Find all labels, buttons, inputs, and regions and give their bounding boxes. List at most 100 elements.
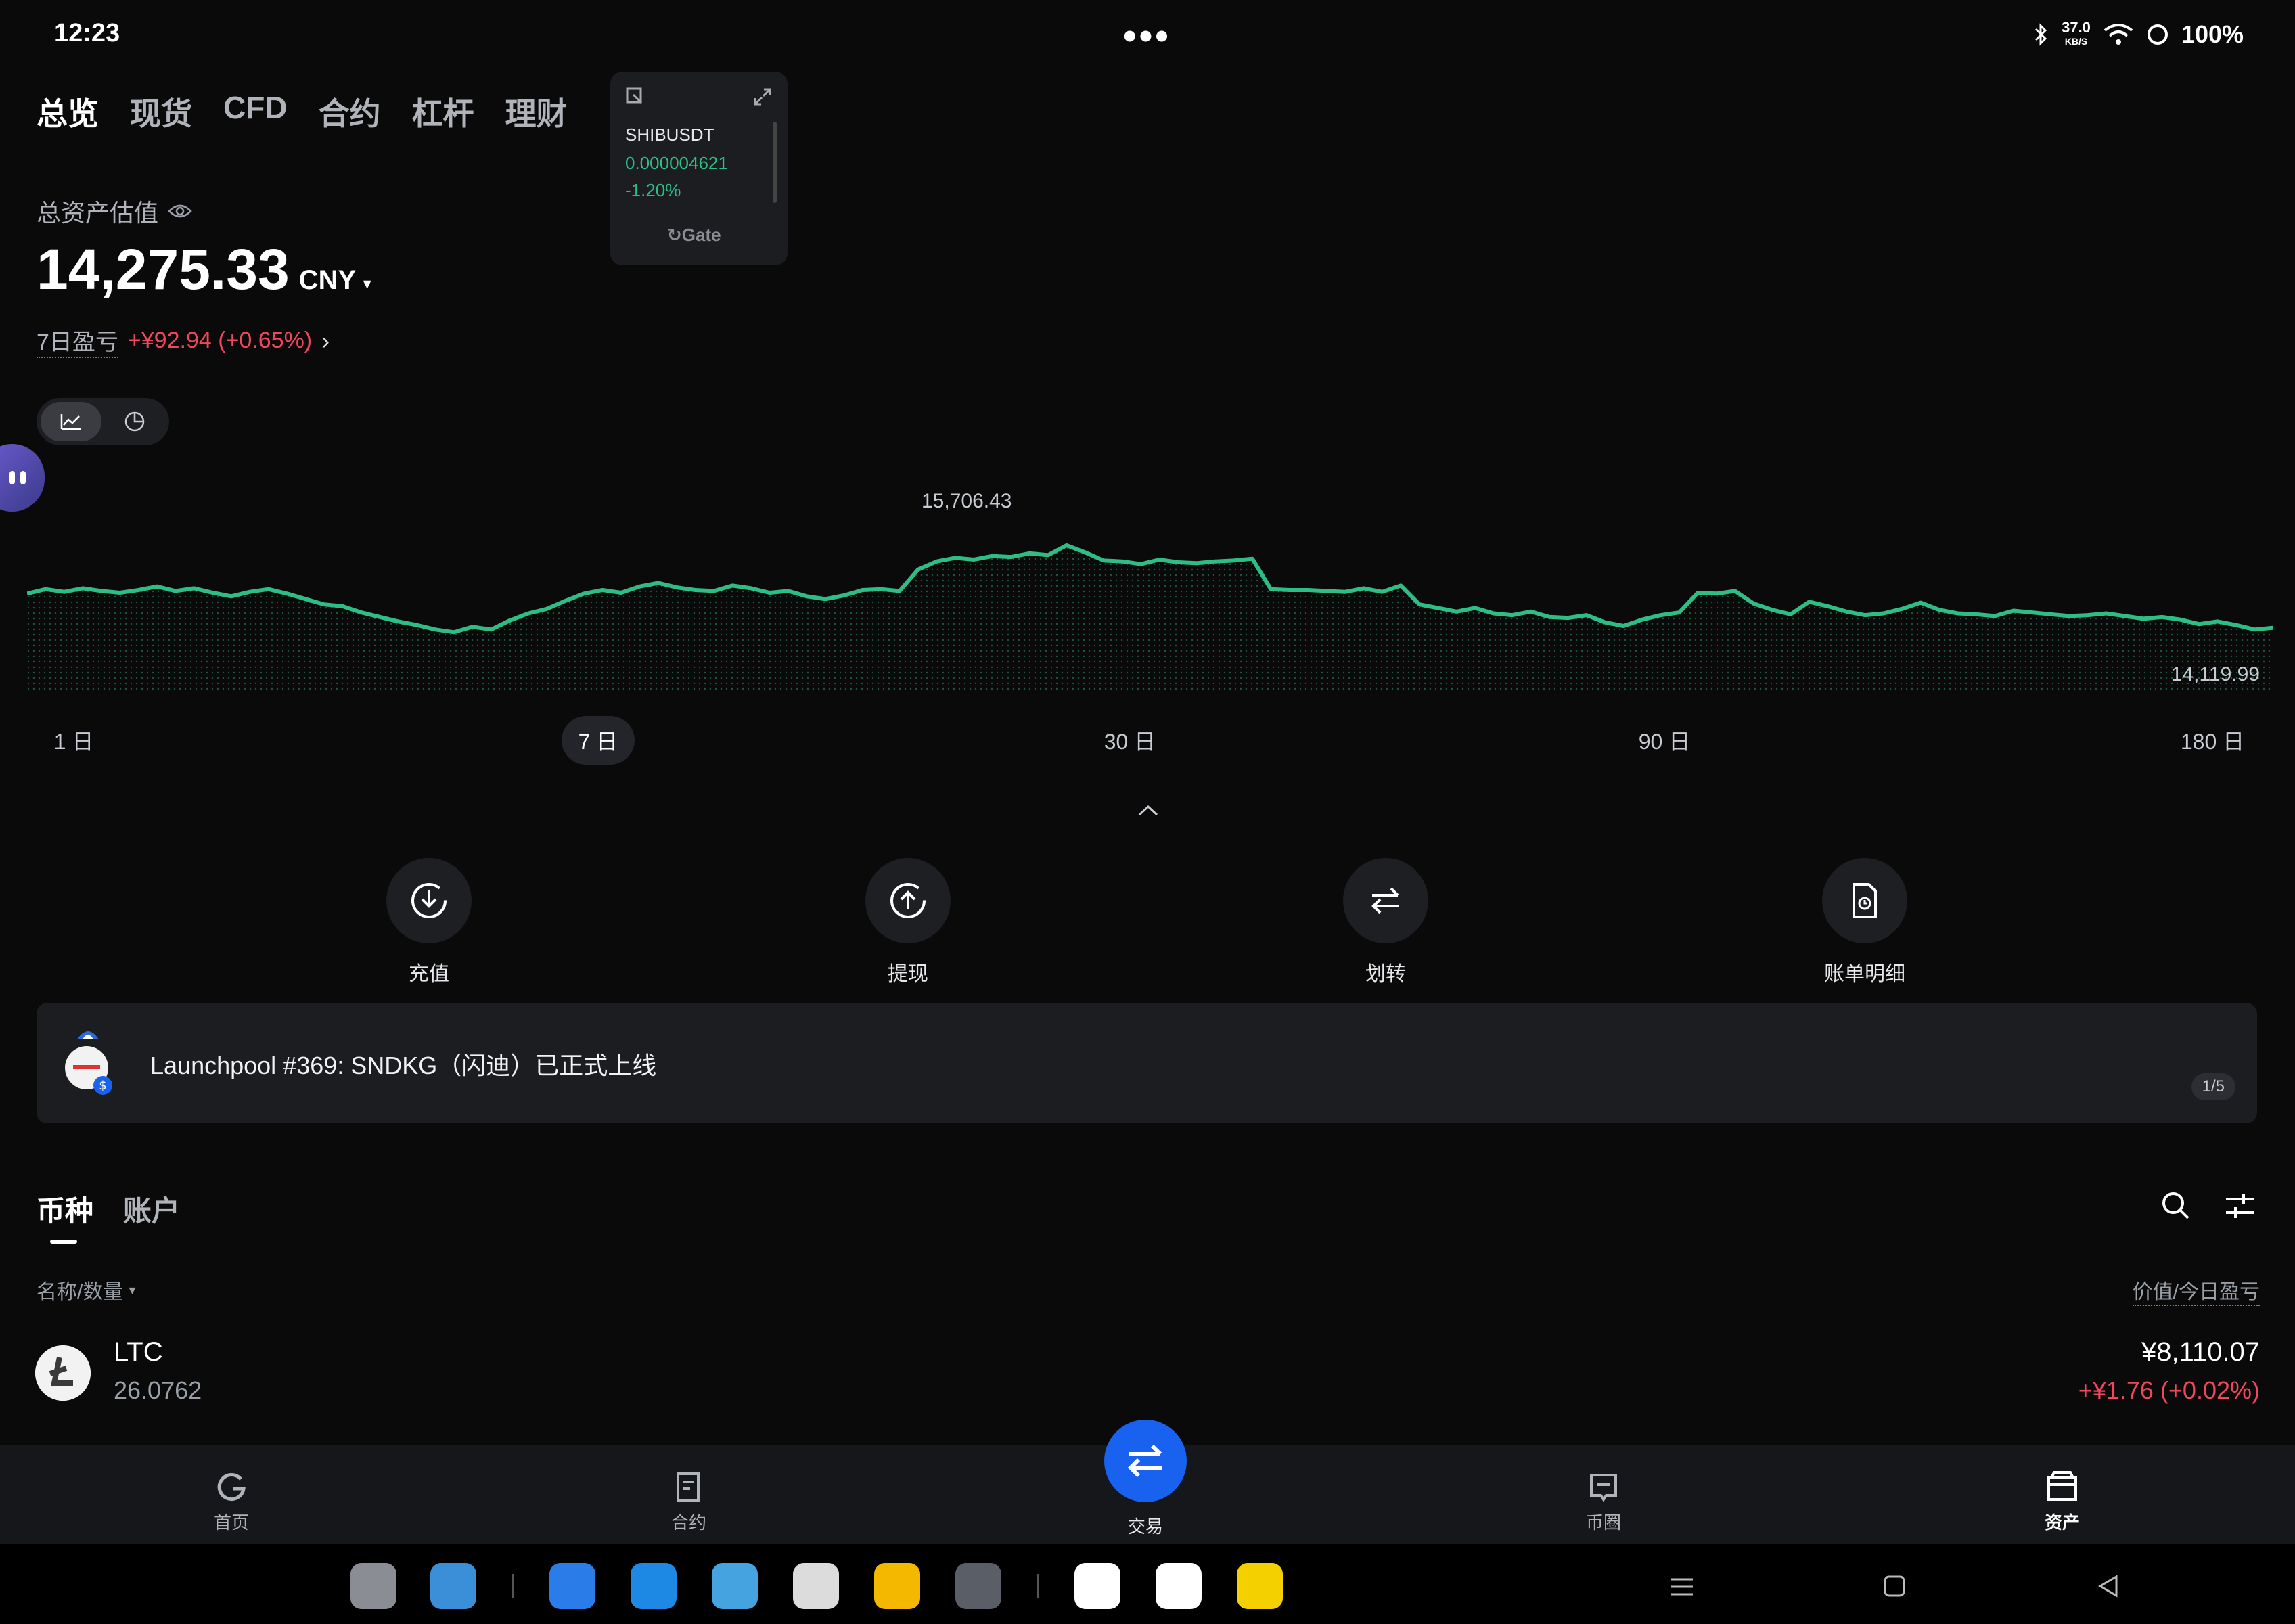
pip-icon[interactable]: [625, 87, 644, 106]
nav-community[interactable]: 币圈: [1536, 1470, 1671, 1534]
widget-brand: ↻Gate: [667, 225, 721, 245]
status-time: 12:23: [54, 19, 120, 47]
tab-earn[interactable]: 理财: [505, 89, 568, 134]
pnl-row[interactable]: 7日盈亏 +¥92.94 (+0.65%) ›: [37, 323, 330, 358]
battery-level: 100%: [2181, 20, 2244, 48]
caret-down-icon: ▾: [363, 275, 371, 293]
tab-coins[interactable]: 币种: [37, 1188, 93, 1230]
tab-margin[interactable]: 杠杆: [412, 89, 474, 134]
nav-futures[interactable]: 合约: [621, 1470, 756, 1534]
widget-symbol: SHIBUSDT: [625, 125, 714, 145]
asset-row[interactable]: LTC 26.0762 ¥8,110.07 +¥1.76 (+0.02%): [0, 1329, 2295, 1417]
nav-home[interactable]: 首页: [164, 1470, 299, 1534]
music-icon[interactable]: [1237, 1563, 1283, 1609]
chart-area: [27, 545, 2273, 690]
bill-icon: [1853, 883, 1877, 918]
range-180d[interactable]: 180 日: [2165, 716, 2260, 765]
tab-spot[interactable]: 现货: [130, 89, 192, 134]
withdraw-icon: [890, 883, 926, 918]
home-square-icon[interactable]: [1882, 1574, 1907, 1598]
svg-text:$: $: [99, 1079, 106, 1093]
tab-overview[interactable]: 总览: [37, 89, 99, 134]
widget-change: -1.20%: [625, 180, 681, 200]
pnl-value: +¥92.94 (+0.65%): [127, 328, 313, 353]
widget-price: 0.000004621: [625, 153, 728, 173]
range-1d[interactable]: 1 日: [37, 716, 111, 765]
swap-icon: [1127, 1444, 1162, 1478]
ltc-logo-icon: [35, 1345, 91, 1401]
bill-details-button[interactable]: 账单明细: [1763, 858, 1966, 987]
contract-icon: [677, 1472, 700, 1502]
tab-accounts[interactable]: 账户: [123, 1188, 180, 1230]
trade-label: 交易: [1127, 1516, 1163, 1537]
withdraw-button[interactable]: 提现: [806, 858, 1009, 987]
app-blue-icon[interactable]: [1074, 1563, 1120, 1609]
app-drawer-icon[interactable]: [350, 1563, 396, 1609]
line-chart-icon[interactable]: [41, 402, 101, 441]
files-icon[interactable]: [430, 1563, 476, 1609]
menu-icon[interactable]: [1668, 1575, 1696, 1598]
home-icon: [217, 1473, 246, 1501]
status-indicators: 37.0 KB/S 100%: [2033, 20, 2244, 49]
system-dock: [0, 1544, 2295, 1624]
coin-name: LTC: [114, 1337, 163, 1367]
announcement-banner[interactable]: $ Launchpool #369: SNDKG（闪迪）已正式上线 1/5: [37, 1003, 2257, 1123]
wallet-icon: [2047, 1471, 2077, 1501]
transfer-button[interactable]: 划转: [1284, 858, 1487, 987]
search-icon[interactable]: [2160, 1190, 2192, 1222]
ticker-widget[interactable]: SHIBUSDT 0.000004621 -1.20% ↻Gate: [610, 72, 788, 265]
chart-min-label: 14,119.99: [2171, 663, 2260, 685]
settings-icon[interactable]: [955, 1563, 1001, 1609]
currency-selector[interactable]: CNY ▾: [299, 265, 371, 296]
coin-value: ¥8,110.07: [2141, 1337, 2260, 1367]
camera-icon[interactable]: [793, 1563, 839, 1609]
tab-underline: [50, 1240, 77, 1244]
range-30d[interactable]: 30 日: [1089, 716, 1171, 765]
deposit-button[interactable]: 充值: [327, 858, 530, 987]
coin-quantity: 26.0762: [114, 1376, 202, 1404]
wifi-icon: [2104, 24, 2133, 45]
pnl-label: 7日盈亏: [37, 323, 118, 358]
total-asset-value: 14,275.33 CNY ▾: [37, 238, 371, 301]
tab-futures[interactable]: 合约: [319, 89, 381, 134]
file-manager-icon[interactable]: [631, 1563, 677, 1609]
battery-icon: [2147, 24, 2168, 45]
banner-page-indicator: 1/5: [2191, 1073, 2235, 1100]
widget-scrollbar[interactable]: [773, 122, 777, 203]
network-speed: 37.0 KB/S: [2062, 19, 2091, 47]
chat-icon: [1590, 1474, 1617, 1502]
banner-text: Launchpool #369: SNDKG（闪迪）已正式上线: [150, 1052, 657, 1079]
transfer-icon: [1371, 887, 1399, 914]
caret-down-icon: ▾: [129, 1282, 136, 1298]
list-tabs: 币种 账户: [37, 1188, 180, 1230]
tab-cfd[interactable]: CFD: [223, 89, 288, 134]
more-dots-icon[interactable]: •••: [1123, 14, 1171, 58]
range-90d[interactable]: 90 日: [1624, 716, 1705, 765]
expand-icon[interactable]: [752, 87, 773, 107]
top-tabs: 总览 现货 CFD 合约 杠杆 理财: [37, 89, 568, 134]
pie-chart-icon[interactable]: [104, 402, 165, 441]
launchpool-icon: $: [62, 1024, 114, 1099]
chevron-up-icon[interactable]: [1137, 803, 1160, 819]
notes-icon[interactable]: [874, 1563, 920, 1609]
sort-name-qty[interactable]: 名称/数量 ▾: [37, 1275, 135, 1305]
total-asset-label: 总资产估值: [37, 194, 192, 229]
trade-button[interactable]: [1104, 1420, 1187, 1502]
gallery-icon[interactable]: [712, 1563, 758, 1609]
filter-icon[interactable]: [2225, 1191, 2256, 1221]
chart-max-label: 15,706.43: [922, 490, 1012, 512]
range-7d[interactable]: 7 日: [562, 716, 635, 765]
value-pnl-header[interactable]: 价值/今日盈亏: [2132, 1275, 2260, 1306]
chart-type-toggle: [37, 398, 169, 445]
bluetooth-icon: [2035, 23, 2047, 46]
gate-app-icon[interactable]: [1156, 1563, 1202, 1609]
eye-icon[interactable]: [168, 203, 192, 219]
nav-assets[interactable]: 资产: [1995, 1470, 2130, 1534]
back-icon[interactable]: [2096, 1574, 2120, 1598]
chevron-right-icon: ›: [321, 326, 330, 355]
asset-chart[interactable]: [27, 487, 2273, 690]
browser-icon[interactable]: [549, 1563, 595, 1609]
coin-pnl: +¥1.76 (+0.02%): [2078, 1376, 2260, 1404]
gate-logo-icon: ↻: [667, 225, 682, 245]
deposit-icon: [411, 883, 447, 918]
